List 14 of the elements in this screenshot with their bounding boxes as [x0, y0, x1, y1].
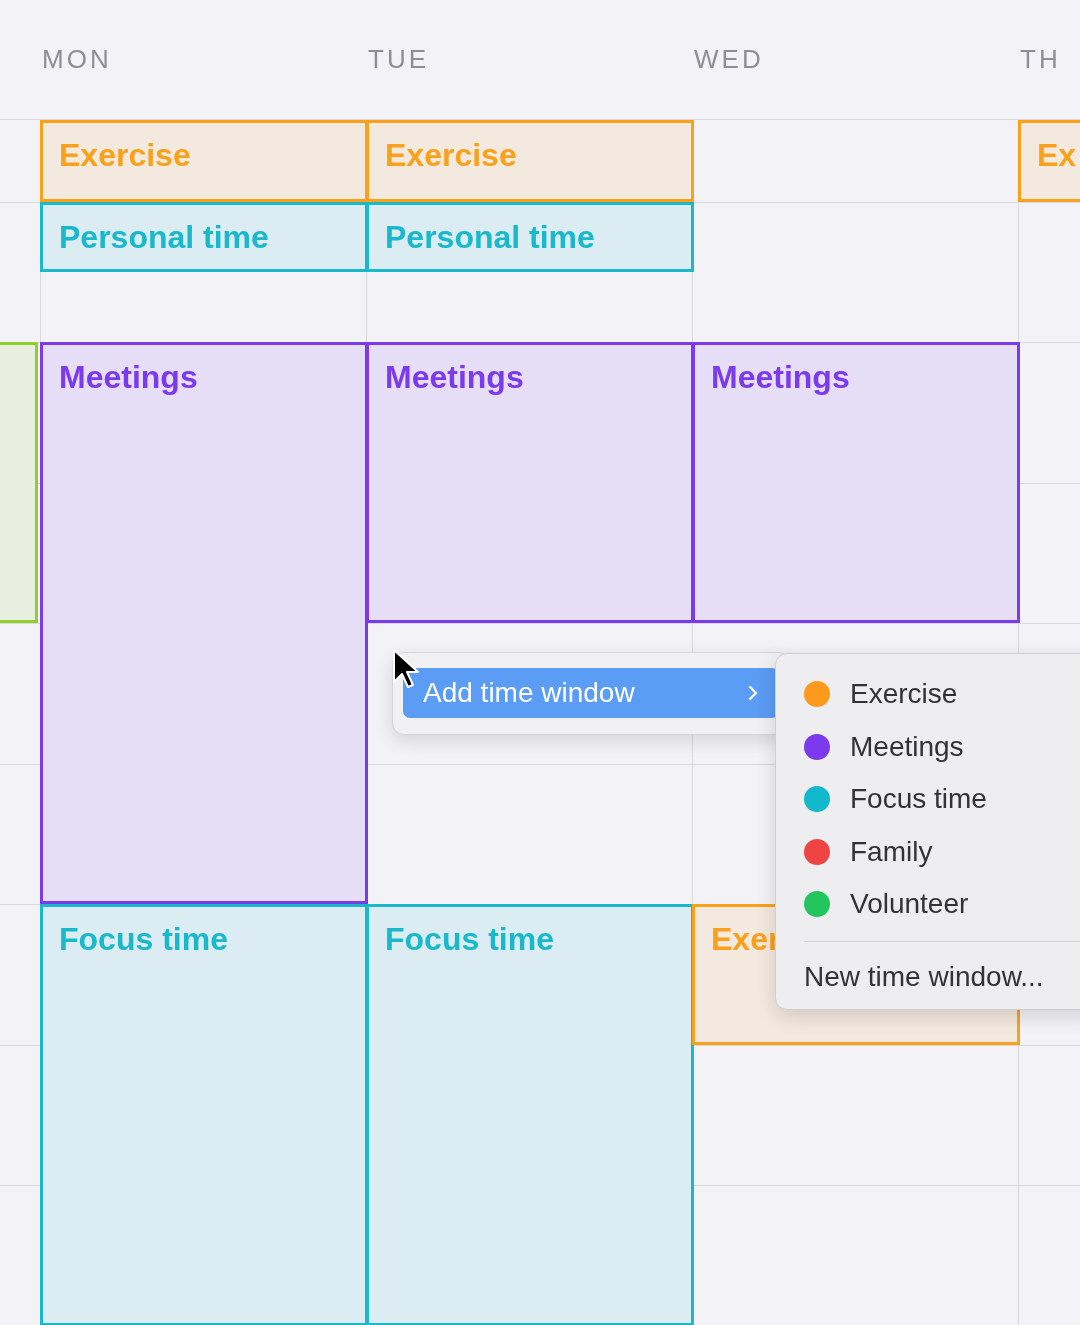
menu-item[interactable]: New time window...	[804, 953, 1080, 1000]
menu-item[interactable]: Exercise	[804, 668, 1080, 721]
day-label: TH	[1020, 44, 1061, 75]
day-label: TUE	[368, 44, 429, 75]
day-label: WED	[694, 44, 764, 75]
calendar-event[interactable]: Meetings	[40, 342, 368, 905]
menu-item[interactable]: Volunteer	[804, 878, 1080, 931]
calendar-event[interactable]: Meetings	[692, 342, 1020, 624]
cursor-icon	[392, 648, 420, 690]
menu-item[interactable]: Family	[804, 825, 1080, 878]
menu-item[interactable]: Meetings	[804, 720, 1080, 773]
calendar-event[interactable]: Meetings	[366, 342, 694, 624]
day-label: MON	[42, 44, 112, 75]
menu-item[interactable]: Focus time	[804, 773, 1080, 826]
